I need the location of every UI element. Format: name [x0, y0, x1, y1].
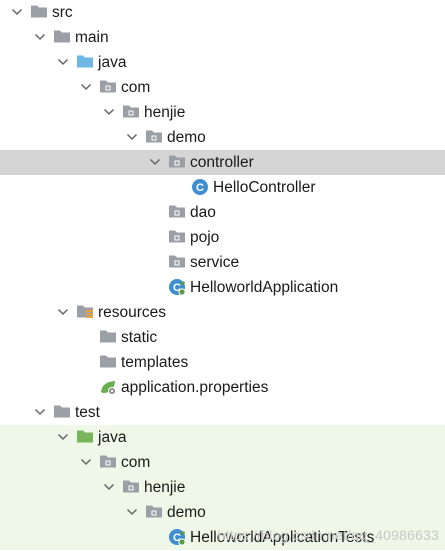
class-icon: C [191, 178, 209, 196]
chevron-down-icon[interactable] [54, 50, 74, 75]
package-icon [122, 478, 140, 496]
svg-text:C: C [196, 182, 204, 194]
spring-boot-class-icon: C [168, 278, 186, 296]
tree-item-label: resources [98, 304, 167, 321]
tree-item-test[interactable]: test [0, 400, 445, 425]
tree-item-label: pojo [190, 229, 220, 246]
tree-item-main[interactable]: main [0, 25, 445, 50]
folder-icon [53, 403, 71, 421]
package-icon [145, 128, 163, 146]
tree-item-label: demo [167, 129, 206, 146]
chevron-down-icon[interactable] [123, 125, 143, 150]
resources-folder-icon [76, 303, 94, 321]
tree-item-pojo[interactable]: pojo [0, 225, 445, 250]
tree-item-label: HelloworldApplication [190, 279, 339, 296]
chevron-down-icon[interactable] [123, 500, 143, 525]
tree-item-label: src [52, 4, 73, 21]
tree-item-label: demo [167, 504, 206, 521]
source-folder-icon [76, 53, 94, 71]
tree-item-label: test [75, 404, 100, 421]
package-icon [145, 503, 163, 521]
package-icon [99, 453, 117, 471]
package-icon [168, 203, 186, 221]
tree-item-demo[interactable]: demo [0, 500, 445, 525]
package-icon [122, 103, 140, 121]
chevron-down-icon[interactable] [31, 400, 51, 425]
tree-item-label: controller [190, 154, 254, 171]
chevron-down-icon[interactable] [77, 450, 97, 475]
tree-item-helloworldapplication[interactable]: C HelloworldApplication [0, 275, 445, 300]
package-icon [168, 228, 186, 246]
tree-item-label: java [98, 54, 127, 71]
chevron-down-icon[interactable] [8, 0, 28, 25]
tree-item-com[interactable]: com [0, 75, 445, 100]
tree-item-controller[interactable]: controller [0, 150, 445, 175]
spring-boot-class-icon: C [168, 528, 186, 546]
folder-icon [30, 3, 48, 21]
tree-item-label: com [121, 454, 151, 471]
tree-item-templates[interactable]: templates [0, 350, 445, 375]
spring-properties-icon [99, 378, 117, 396]
chevron-down-icon[interactable] [54, 300, 74, 325]
tree-item-demo[interactable]: demo [0, 125, 445, 150]
tree-item-label: templates [121, 354, 189, 371]
tree-item-henjie[interactable]: henjie [0, 100, 445, 125]
folder-icon [99, 328, 117, 346]
chevron-down-icon[interactable] [77, 75, 97, 100]
chevron-down-icon[interactable] [100, 475, 120, 500]
tree-item-src[interactable]: src [0, 0, 445, 25]
tree-item-hellocontroller[interactable]: C HelloController [0, 175, 445, 200]
tree-item-java[interactable]: java [0, 50, 445, 75]
tree-item-label: java [98, 429, 127, 446]
tree-item-label: HelloController [213, 179, 316, 196]
tree-item-label: application.properties [121, 379, 269, 396]
package-icon [99, 78, 117, 96]
project-tree: src main java com henjie demo controller C Hello… [0, 0, 445, 551]
tree-item-label: henjie [144, 104, 186, 121]
tree-item-java[interactable]: java [0, 425, 445, 450]
tree-item-label: static [121, 329, 158, 346]
tree-item-application-properties[interactable]: application.properties [0, 375, 445, 400]
tree-item-service[interactable]: service [0, 250, 445, 275]
tree-item-label: henjie [144, 479, 186, 496]
tree-item-label: dao [190, 204, 216, 221]
chevron-down-icon[interactable] [31, 25, 51, 50]
folder-icon [99, 353, 117, 371]
folder-icon [53, 28, 71, 46]
tree-item-label: com [121, 79, 151, 96]
watermark: https://blog.csdn.net/qq_40986633 [217, 527, 439, 543]
chevron-down-icon[interactable] [100, 100, 120, 125]
chevron-down-icon[interactable] [146, 150, 166, 175]
tree-item-resources[interactable]: resources [0, 300, 445, 325]
test-folder-icon [76, 428, 94, 446]
tree-item-dao[interactable]: dao [0, 200, 445, 225]
tree-item-label: service [190, 254, 240, 271]
chevron-down-icon[interactable] [54, 425, 74, 450]
tree-item-label: main [75, 29, 109, 46]
package-icon [168, 153, 186, 171]
tree-item-com[interactable]: com [0, 450, 445, 475]
package-icon [168, 253, 186, 271]
tree-item-henjie[interactable]: henjie [0, 475, 445, 500]
tree-item-static[interactable]: static [0, 325, 445, 350]
